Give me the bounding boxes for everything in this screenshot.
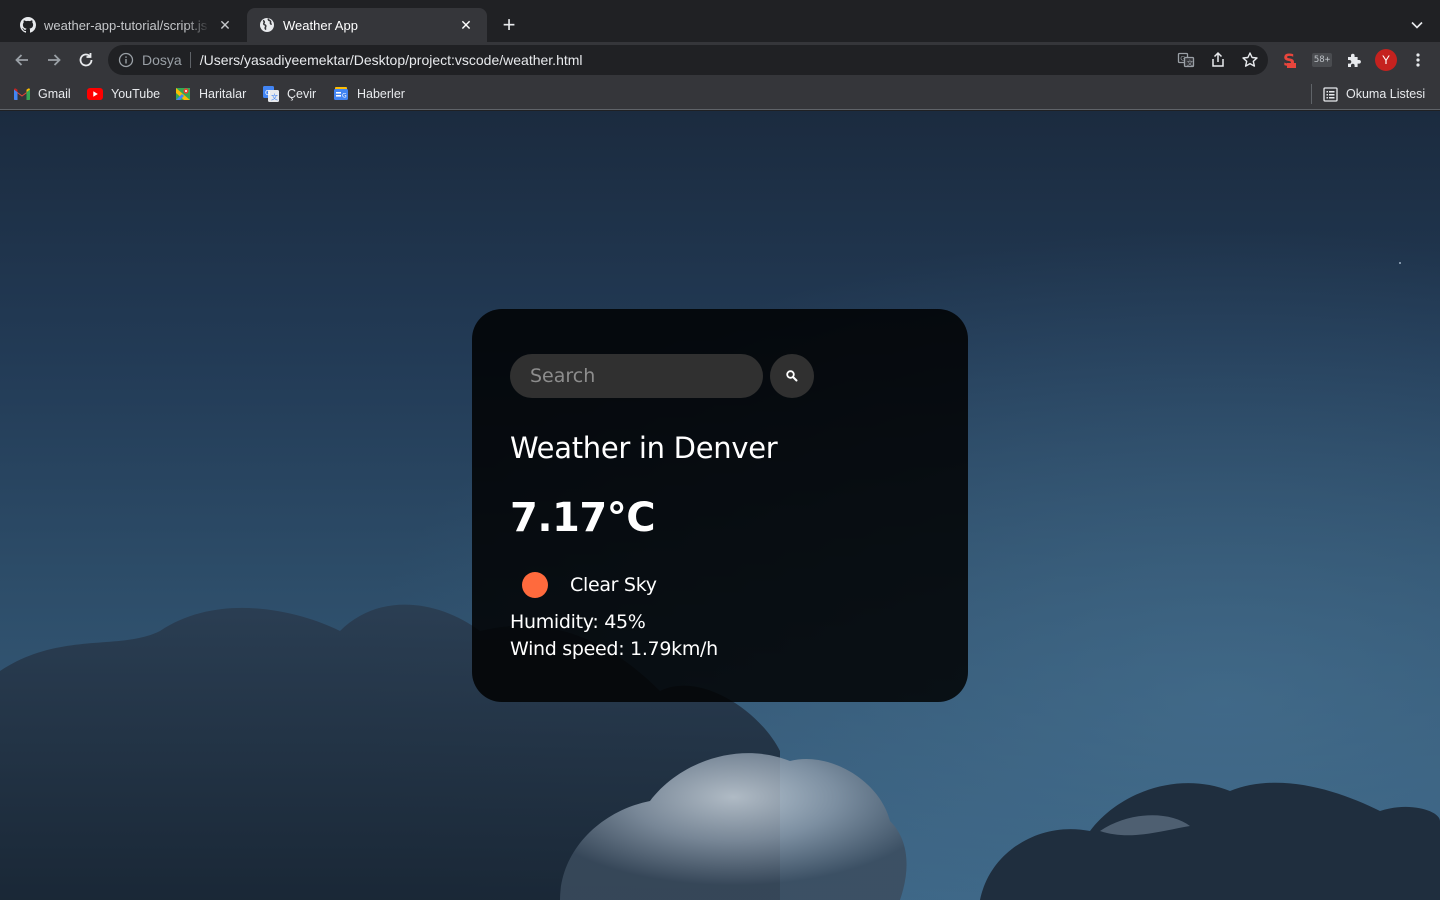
condition-description: Clear Sky bbox=[570, 574, 657, 596]
tab-weather-app[interactable]: Weather App ✕ bbox=[247, 8, 487, 42]
tab-title: weather-app-tutorial/script.js at bbox=[44, 17, 210, 33]
bookmark-news[interactable]: G Haberler bbox=[333, 84, 405, 104]
translate-icon: G文 bbox=[263, 86, 279, 102]
svg-text:G: G bbox=[1180, 55, 1185, 63]
info-icon[interactable] bbox=[118, 52, 134, 68]
search-button[interactable] bbox=[770, 354, 814, 398]
page-viewport: Weather in Denver 7.17°C Clear Sky Humid… bbox=[0, 111, 1440, 900]
search-icon bbox=[786, 370, 798, 382]
youtube-icon bbox=[87, 86, 103, 102]
extensions-puzzle-icon[interactable] bbox=[1342, 48, 1366, 72]
github-icon bbox=[20, 17, 36, 33]
reload-button[interactable] bbox=[74, 48, 98, 72]
humidity-text: Humidity: 45% bbox=[510, 611, 646, 633]
counter-extension-icon[interactable]: 58+ bbox=[1308, 48, 1336, 72]
svg-text:文: 文 bbox=[1187, 58, 1194, 67]
bookmarks-bar: Gmail YouTube Haritalar G文 Çevir G Haber… bbox=[0, 78, 1440, 110]
counter-badge: 58+ bbox=[1311, 53, 1333, 67]
avatar: Y bbox=[1375, 49, 1397, 71]
reading-list-label: Okuma Listesi bbox=[1346, 87, 1426, 101]
reading-list-icon bbox=[1322, 86, 1338, 102]
browser-toolbar: Dosya /Users/yasadiyeemektar/Desktop/pro… bbox=[0, 42, 1440, 78]
search-input[interactable] bbox=[510, 354, 763, 398]
bookmark-gmail[interactable]: Gmail bbox=[14, 84, 71, 104]
temperature: 7.17°C bbox=[510, 495, 656, 541]
forward-arrow-icon bbox=[48, 54, 61, 66]
bookmark-label: Haberler bbox=[357, 87, 405, 101]
seo-extension-icon[interactable]: S bbox=[1278, 48, 1302, 72]
forward-button[interactable] bbox=[42, 48, 66, 72]
search-row bbox=[510, 354, 814, 398]
bookmark-label: Çevir bbox=[287, 87, 317, 101]
close-tab-icon[interactable]: ✕ bbox=[216, 16, 234, 34]
globe-icon bbox=[259, 17, 275, 33]
address-url[interactable]: /Users/yasadiyeemektar/Desktop/project:v… bbox=[200, 52, 583, 68]
gmail-icon bbox=[14, 86, 30, 102]
bookmark-maps[interactable]: Haritalar bbox=[175, 84, 246, 104]
address-divider bbox=[189, 52, 191, 68]
bookmark-label: YouTube bbox=[111, 87, 161, 101]
tab-search-chevron-icon[interactable] bbox=[1406, 14, 1428, 36]
city-heading: Weather in Denver bbox=[510, 431, 778, 465]
tab-title: Weather App bbox=[283, 17, 358, 33]
new-tab-button[interactable]: + bbox=[497, 13, 521, 37]
svg-text:G: G bbox=[342, 93, 347, 100]
svg-text:G: G bbox=[265, 89, 270, 97]
address-scheme-label: Dosya bbox=[142, 52, 182, 68]
back-arrow-icon bbox=[15, 54, 28, 66]
share-icon[interactable] bbox=[1206, 48, 1230, 72]
profile-avatar-button[interactable]: Y bbox=[1374, 48, 1398, 72]
reading-list-button[interactable]: Okuma Listesi bbox=[1322, 84, 1425, 104]
back-button[interactable] bbox=[10, 48, 34, 72]
condition-row: Clear Sky bbox=[510, 567, 657, 603]
tab-github-script[interactable]: weather-app-tutorial/script.js at ✕ bbox=[8, 8, 246, 42]
bookmark-youtube[interactable]: YouTube bbox=[87, 84, 160, 104]
address-bar[interactable]: Dosya /Users/yasadiyeemektar/Desktop/pro… bbox=[108, 45, 1268, 75]
maps-icon bbox=[175, 86, 191, 102]
reload-icon bbox=[79, 53, 93, 67]
tab-strip: weather-app-tutorial/script.js at ✕ Weat… bbox=[0, 0, 1440, 42]
svg-text:文: 文 bbox=[271, 93, 278, 102]
translate-page-icon[interactable]: G文 bbox=[1174, 48, 1198, 72]
more-menu-icon[interactable] bbox=[1406, 48, 1430, 72]
bookmark-translate[interactable]: G文 Çevir bbox=[263, 84, 316, 104]
close-tab-icon[interactable]: ✕ bbox=[457, 16, 475, 34]
bookmark-star-icon[interactable] bbox=[1238, 48, 1262, 72]
weather-card: Weather in Denver 7.17°C Clear Sky Humid… bbox=[472, 309, 968, 702]
wind-speed-text: Wind speed: 1.79km/h bbox=[510, 638, 718, 660]
bookmarks-divider bbox=[1311, 84, 1312, 104]
bookmark-label: Gmail bbox=[38, 87, 71, 101]
bookmark-label: Haritalar bbox=[199, 87, 247, 101]
weather-condition-icon bbox=[522, 572, 548, 598]
news-icon: G bbox=[333, 86, 349, 102]
